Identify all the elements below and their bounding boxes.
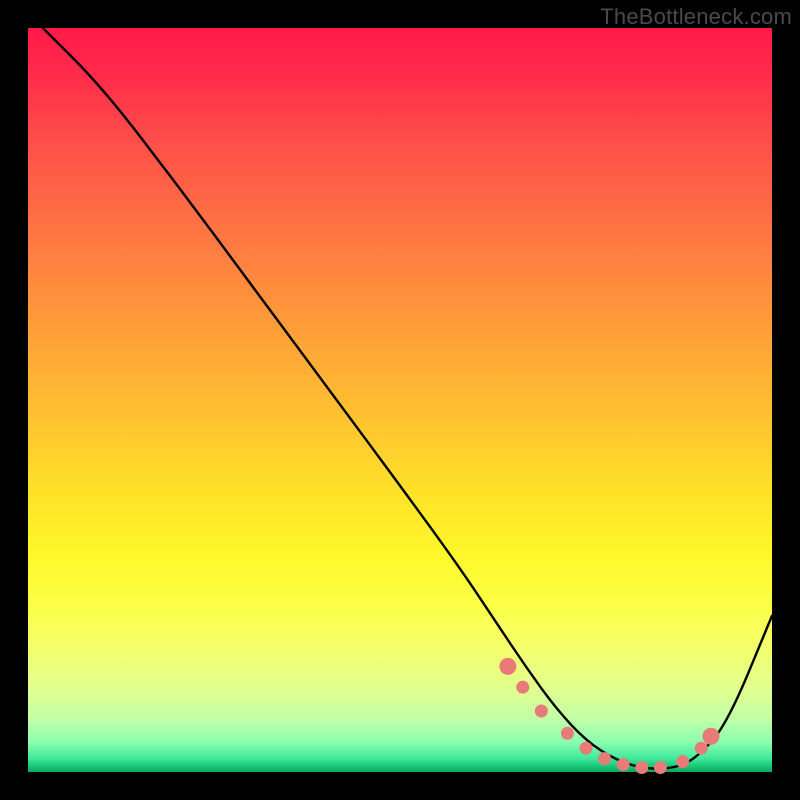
watermark-text: TheBottleneck.com <box>600 4 792 30</box>
curve-path <box>43 28 772 769</box>
marker-dot <box>561 727 574 740</box>
marker-dot <box>617 758 630 771</box>
marker-dot <box>702 728 719 745</box>
chart-plot-area <box>28 28 772 772</box>
marker-dot <box>535 704 548 717</box>
marker-dot <box>580 742 593 755</box>
marker-dot <box>676 755 689 768</box>
marker-dot <box>598 752 611 765</box>
marker-dot <box>695 742 708 755</box>
marker-dot <box>635 761 648 774</box>
chart-svg <box>28 28 772 772</box>
marker-dot <box>516 681 529 694</box>
marker-dot <box>499 658 516 675</box>
marker-dot <box>654 761 667 774</box>
